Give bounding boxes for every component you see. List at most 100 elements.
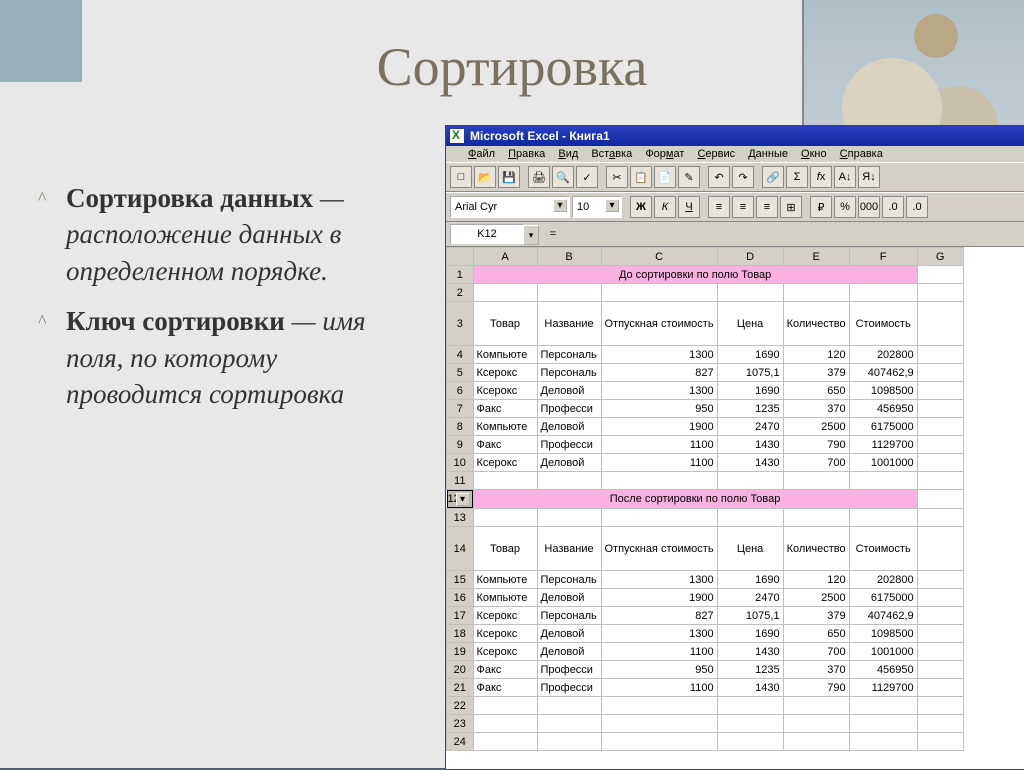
cell[interactable]	[917, 679, 963, 697]
cell[interactable]: 1690	[717, 346, 783, 364]
hyperlink-icon[interactable]: 🔗	[762, 166, 784, 188]
cell[interactable]: 1100	[601, 454, 717, 472]
row-header[interactable]: 7	[447, 400, 474, 418]
cell[interactable]: Професси	[537, 436, 601, 454]
undo-icon[interactable]: ↶	[708, 166, 730, 188]
cell[interactable]: 700	[783, 643, 849, 661]
cell[interactable]: 6175000	[849, 589, 917, 607]
cell[interactable]: 1300	[601, 346, 717, 364]
menubar[interactable]: Файл Правка Вид Вставка Формат Сервис Да…	[446, 146, 1024, 162]
hdr-c[interactable]: Отпускная стоимость	[601, 527, 717, 571]
dec-decimal-icon[interactable]: .0	[906, 196, 928, 218]
row-header[interactable]: 22	[447, 697, 474, 715]
print-icon[interactable]: 🖨	[528, 166, 550, 188]
cell[interactable]: 2500	[783, 418, 849, 436]
cell[interactable]: 790	[783, 679, 849, 697]
cell[interactable]	[917, 400, 963, 418]
inc-decimal-icon[interactable]: .0	[882, 196, 904, 218]
cell[interactable]: Професси	[537, 400, 601, 418]
cell[interactable]: 202800	[849, 571, 917, 589]
cell[interactable]: Компьюте	[473, 571, 537, 589]
cell[interactable]: Факс	[473, 679, 537, 697]
row-header[interactable]: 14	[447, 527, 474, 571]
currency-icon[interactable]: ₽	[810, 196, 832, 218]
hdr-b[interactable]: Название	[537, 527, 601, 571]
cell[interactable]: 379	[783, 364, 849, 382]
cell[interactable]: Деловой	[537, 418, 601, 436]
cell[interactable]: 1098500	[849, 625, 917, 643]
select-all-corner[interactable]	[447, 248, 474, 266]
cell[interactable]: 1900	[601, 589, 717, 607]
row-header[interactable]: 2	[447, 284, 474, 302]
fx-icon[interactable]: fx	[810, 166, 832, 188]
cell[interactable]: 370	[783, 661, 849, 679]
spreadsheet-grid[interactable]: A B C D E F G 1До сортировки по полю Тов…	[446, 247, 1024, 770]
font-name-select[interactable]: Arial Cyr	[450, 196, 570, 218]
sort-desc-icon[interactable]: Я↓	[858, 166, 880, 188]
cell[interactable]: Ксерокс	[473, 454, 537, 472]
cell[interactable]: Персональ	[537, 607, 601, 625]
underline-icon[interactable]: Ч	[678, 196, 700, 218]
cell[interactable]	[917, 382, 963, 400]
percent-icon[interactable]: %	[834, 196, 856, 218]
cell[interactable]: 1129700	[849, 679, 917, 697]
menu-format[interactable]: Формат	[645, 148, 684, 160]
cell[interactable]	[917, 661, 963, 679]
cell[interactable]: 1075,1	[717, 364, 783, 382]
row-header[interactable]: 19	[447, 643, 474, 661]
cell[interactable]: 1300	[601, 625, 717, 643]
align-left-icon[interactable]: ≡	[708, 196, 730, 218]
cell[interactable]: Компьюте	[473, 589, 537, 607]
menu-window[interactable]: Окно	[801, 148, 827, 160]
cell[interactable]	[917, 364, 963, 382]
cell[interactable]: 2500	[783, 589, 849, 607]
row-header[interactable]: 1	[447, 266, 474, 284]
cell[interactable]: 1430	[717, 643, 783, 661]
hdr-d[interactable]: Цена	[717, 527, 783, 571]
cell[interactable]: 1235	[717, 661, 783, 679]
hdr-e[interactable]: Количество	[783, 302, 849, 346]
open-icon[interactable]: 📂	[474, 166, 496, 188]
menu-file[interactable]: Файл	[468, 148, 495, 160]
equals-button[interactable]: =	[544, 228, 562, 240]
cell[interactable]: Деловой	[537, 454, 601, 472]
cell[interactable]: 1235	[717, 400, 783, 418]
col-g[interactable]: G	[917, 248, 963, 266]
cell[interactable]: Професси	[537, 661, 601, 679]
menu-data[interactable]: Данные	[748, 148, 788, 160]
cell[interactable]: Деловой	[537, 643, 601, 661]
col-f[interactable]: F	[849, 248, 917, 266]
save-icon[interactable]: 💾	[498, 166, 520, 188]
cell[interactable]	[917, 346, 963, 364]
row-header[interactable]: 10	[447, 454, 474, 472]
cell[interactable]: 2470	[717, 589, 783, 607]
cell[interactable]: Компьюте	[473, 346, 537, 364]
cell[interactable]: 1100	[601, 436, 717, 454]
row-header[interactable]: 17	[447, 607, 474, 625]
cell[interactable]: 120	[783, 346, 849, 364]
redo-icon[interactable]: ↷	[732, 166, 754, 188]
cell[interactable]: Деловой	[537, 589, 601, 607]
row-header[interactable]: 23	[447, 715, 474, 733]
cell[interactable]: 120	[783, 571, 849, 589]
cell[interactable]: 2470	[717, 418, 783, 436]
font-size-select[interactable]: 10	[572, 196, 622, 218]
cell[interactable]: 1100	[601, 643, 717, 661]
cell[interactable]: Персональ	[537, 364, 601, 382]
hdr-f[interactable]: Стоимость	[849, 302, 917, 346]
autosum-icon[interactable]: Σ	[786, 166, 808, 188]
cell[interactable]: 650	[783, 625, 849, 643]
new-icon[interactable]: □	[450, 166, 472, 188]
cell[interactable]: Ксерокс	[473, 643, 537, 661]
italic-icon[interactable]: К	[654, 196, 676, 218]
merge-icon[interactable]: ⊞	[780, 196, 802, 218]
align-right-icon[interactable]: ≡	[756, 196, 778, 218]
hdr-e[interactable]: Количество	[783, 527, 849, 571]
cell[interactable]	[917, 454, 963, 472]
col-e[interactable]: E	[783, 248, 849, 266]
cell[interactable]: Факс	[473, 436, 537, 454]
col-c[interactable]: C	[601, 248, 717, 266]
cell[interactable]: 1075,1	[717, 607, 783, 625]
cell[interactable]: 407462,9	[849, 364, 917, 382]
cell[interactable]: 1690	[717, 571, 783, 589]
